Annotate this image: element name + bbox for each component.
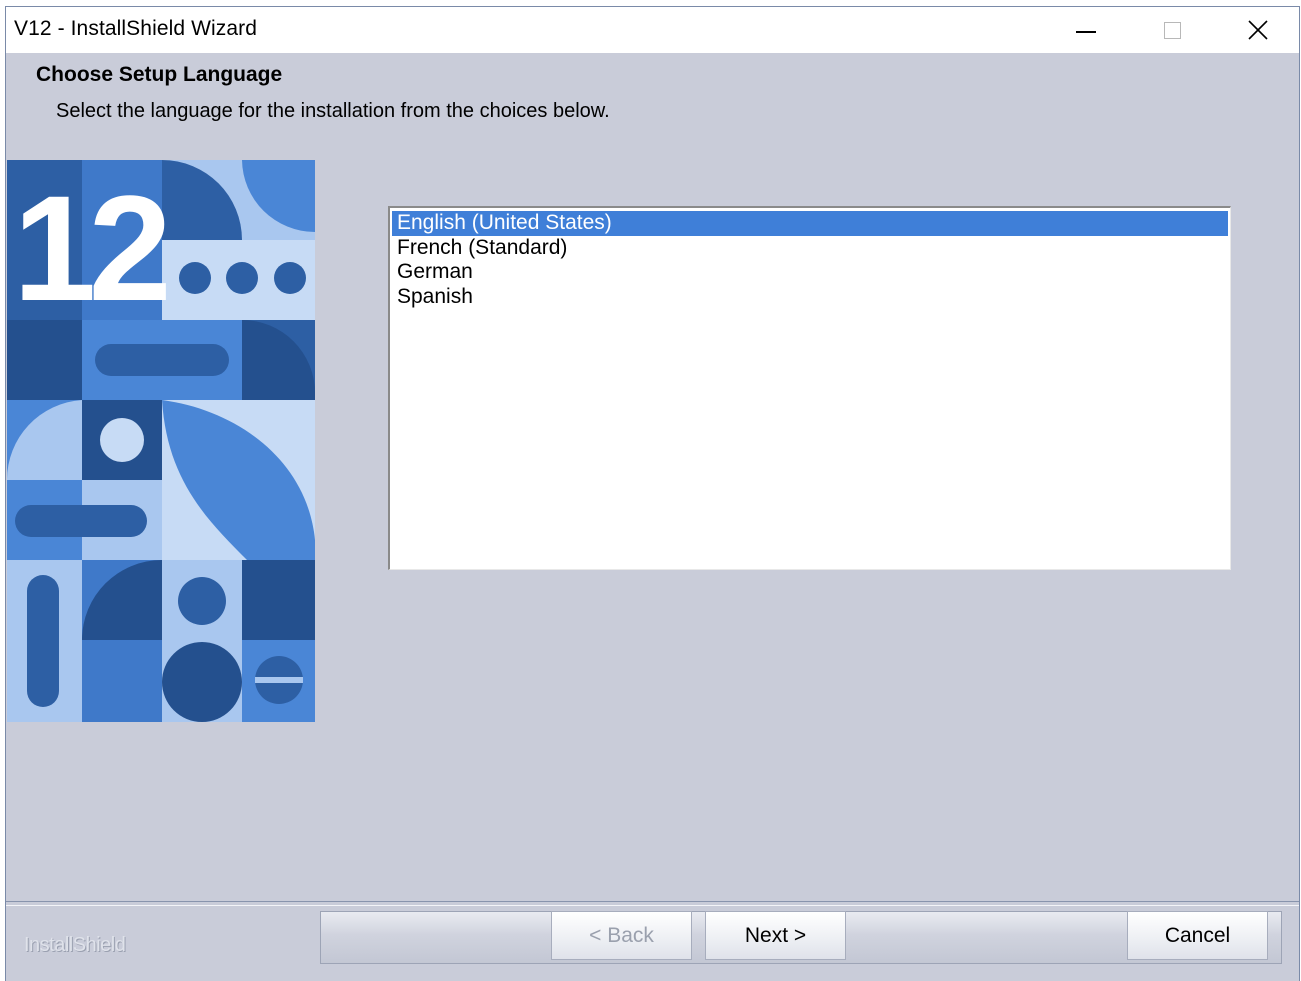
cancel-button[interactable]: Cancel [1127,911,1268,960]
close-button[interactable] [1215,7,1301,53]
minimize-button[interactable] [1043,7,1129,53]
page-title: Choose Setup Language [36,63,283,86]
minimize-icon [1076,31,1096,33]
maximize-button [1129,7,1215,53]
language-option-french[interactable]: French (Standard) [392,236,1228,261]
title-bar[interactable]: V12 - InstallShield Wizard [6,6,1299,53]
language-option-german[interactable]: German [392,260,1228,285]
page-subtitle: Select the language for the installation… [56,100,610,122]
maximize-icon [1163,21,1181,39]
language-option-spanish[interactable]: Spanish [392,285,1228,310]
installshield-brand: InstallShield [24,934,126,956]
language-listbox[interactable]: English (United States) French (Standard… [388,206,1231,570]
installer-window: V12 - InstallShield Wizard Choose Setup … [5,6,1300,981]
window-title: V12 - InstallShield Wizard [14,17,258,40]
wizard-banner-image: 12 [7,160,315,722]
back-button[interactable]: < Back [551,911,692,960]
next-button[interactable]: Next > [705,911,846,960]
close-icon [1248,20,1268,40]
footer-divider [6,901,1299,906]
language-option-english[interactable]: English (United States) [392,211,1228,236]
banner-number: 12 [13,164,166,332]
